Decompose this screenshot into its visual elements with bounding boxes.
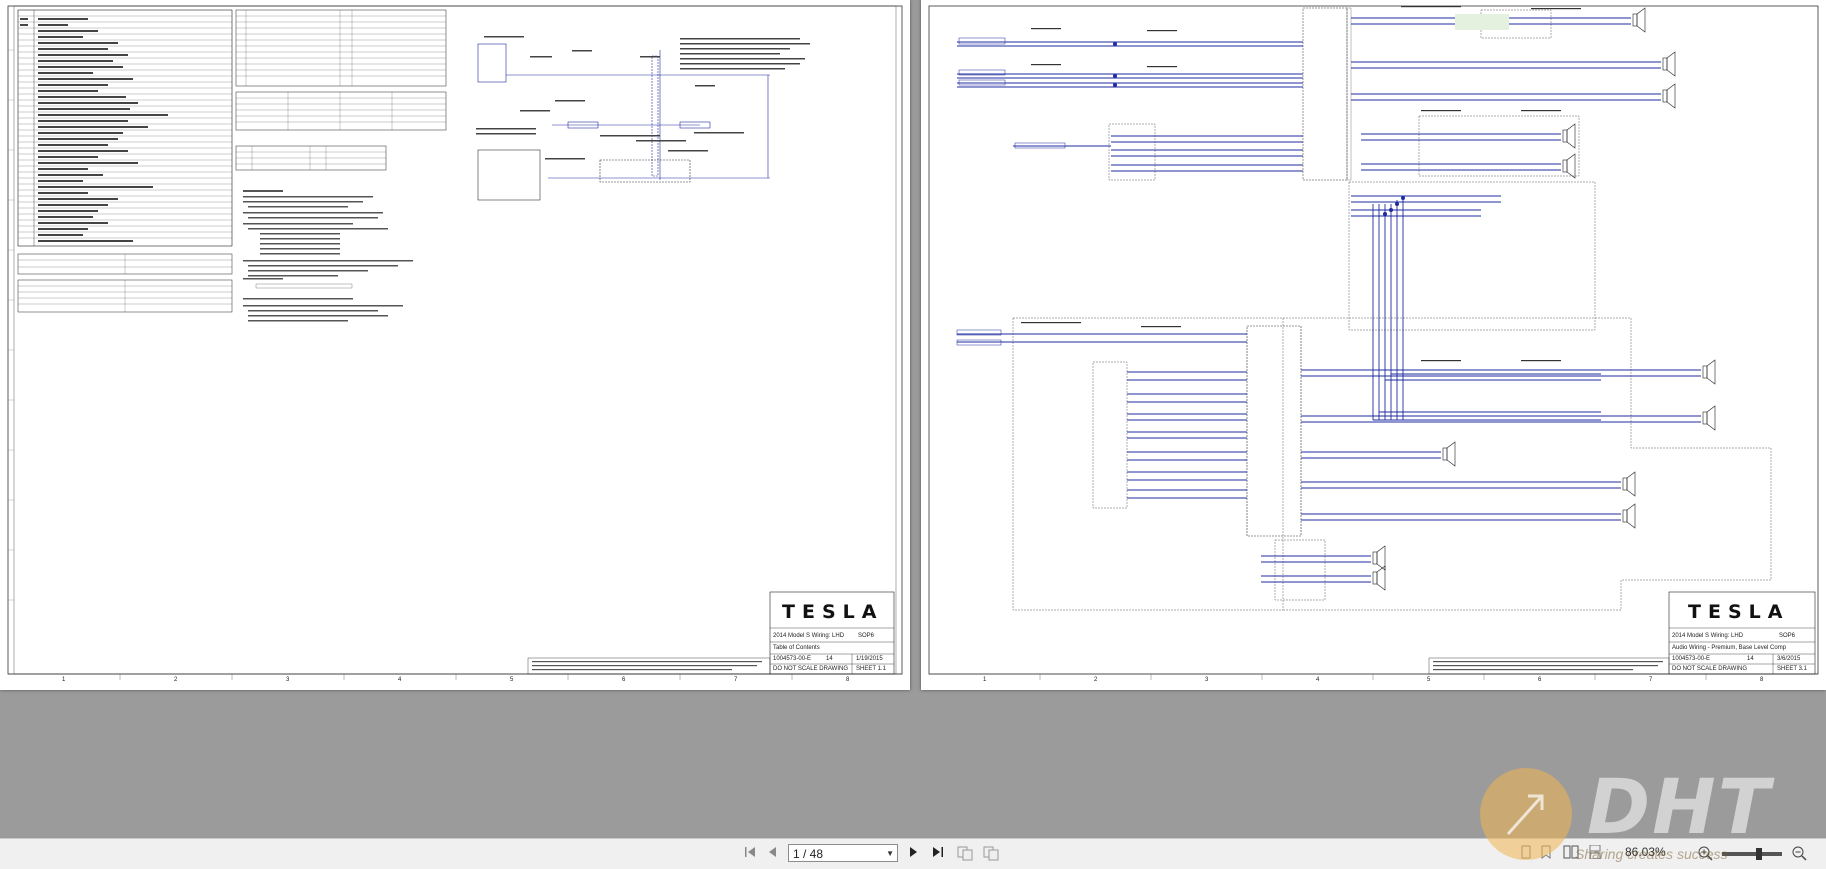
title-sheet: SHEET 3.1: [1777, 666, 1807, 672]
next-page-icon[interactable]: [906, 845, 922, 863]
chevron-down-icon: ▼: [886, 849, 894, 858]
page-number-input[interactable]: 1 / 48 ▼: [788, 844, 898, 862]
title-drawing-name: Table of Contents: [773, 645, 820, 651]
title-date: 1/19/2015: [856, 656, 883, 662]
title-scale-note: DO NOT SCALE DRAWING: [1672, 666, 1748, 672]
zoom-out-icon[interactable]: [1790, 845, 1808, 863]
title-doc-number: 1004573-00-E: [773, 656, 812, 662]
svg-text:5: 5: [510, 677, 514, 683]
pdf-toolbar: 1 / 48 ▼ 86.03%: [0, 838, 1826, 869]
svg-text:1: 1: [62, 677, 66, 683]
svg-text:1: 1: [983, 677, 987, 683]
tesla-logo: TESLA: [782, 601, 884, 623]
svg-text:6: 6: [622, 677, 626, 683]
continuous-icon[interactable]: [1586, 844, 1604, 863]
audio-wiring-schematic: 1 2 3 4 5 6 7 8: [928, 5, 1819, 683]
svg-text:2: 2: [1094, 677, 1098, 683]
zoom-slider[interactable]: [1722, 852, 1782, 856]
tesla-logo: TESLA: [1688, 601, 1790, 623]
two-page-icon[interactable]: [1562, 845, 1580, 863]
prev-page-icon[interactable]: [764, 845, 780, 863]
fit-page-icon[interactable]: [956, 845, 974, 863]
document-page-left: 1 2 3 4 5 6 7 8 TESLA 2014 Model S Wiring: LH…: [0, 0, 910, 690]
title-sop: SOP6: [858, 633, 875, 639]
svg-text:3: 3: [286, 677, 290, 683]
svg-text:8: 8: [1760, 677, 1764, 683]
page-indicator: 1 / 48: [793, 847, 824, 861]
svg-text:3: 3: [1205, 677, 1209, 683]
zoom-level[interactable]: 86.03%: [1625, 845, 1666, 859]
svg-text:2: 2: [174, 677, 178, 683]
title-drawing-name: Audio Wiring - Premium, Base Level Comp: [1672, 645, 1787, 651]
document-page-right: 1 2 3 4 5 6 7 8 TESLA 2014 Model S Wiring: LH…: [921, 0, 1826, 690]
svg-text:7: 7: [734, 677, 738, 683]
svg-text:6: 6: [1538, 677, 1542, 683]
title-doc-number: 1004573-00-E: [1672, 656, 1711, 662]
page-left-drawing: 1 2 3 4 5 6 7 8: [7, 5, 903, 683]
title-sop: SOP6: [1779, 633, 1796, 639]
title-rev: 14: [1747, 656, 1754, 662]
last-page-icon[interactable]: [930, 845, 946, 863]
title-model: 2014 Model S Wiring: LHD: [1672, 633, 1744, 639]
svg-text:5: 5: [1427, 677, 1431, 683]
svg-text:4: 4: [1316, 677, 1320, 683]
single-page-icon[interactable]: [1518, 845, 1534, 863]
zoom-in-icon[interactable]: [1696, 845, 1714, 863]
svg-text:4: 4: [398, 677, 402, 683]
fit-width-icon[interactable]: [982, 845, 1000, 863]
title-sheet: SHEET 1.1: [856, 666, 886, 672]
svg-text:7: 7: [1649, 677, 1653, 683]
title-rev: 14: [826, 656, 833, 662]
title-scale-note: DO NOT SCALE DRAWING: [773, 666, 849, 672]
svg-text:8: 8: [846, 677, 850, 683]
zoom-slider-handle[interactable]: [1756, 848, 1762, 860]
title-date: 3/6/2015: [1777, 656, 1801, 662]
first-page-icon[interactable]: [742, 845, 758, 863]
bookmark-icon[interactable]: [1538, 845, 1554, 863]
title-model: 2014 Model S Wiring: LHD: [773, 633, 845, 639]
